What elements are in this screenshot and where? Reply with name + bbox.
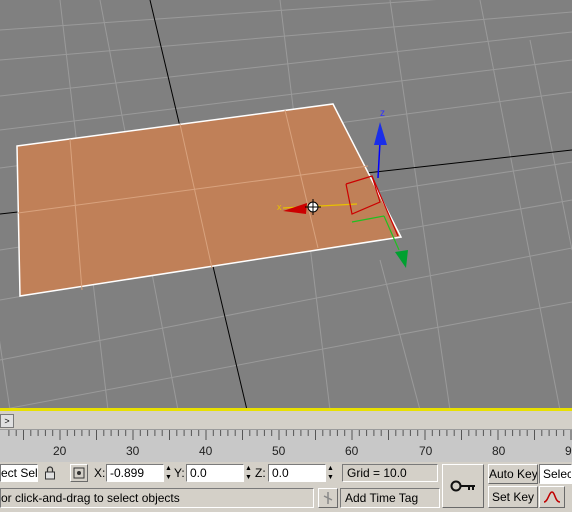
curve-icon (543, 491, 561, 503)
ruler-label: 9 (565, 444, 572, 458)
x-spinner[interactable]: ▲ ▼ (164, 464, 173, 482)
viewport-scene: z x (0, 0, 572, 410)
lock-icon (45, 466, 55, 480)
transform-mode-icon (73, 467, 85, 479)
absolute-mode-toggle[interactable] (70, 464, 88, 482)
key-icon (450, 480, 475, 492)
y-coord-field[interactable]: 0.0 (186, 464, 244, 482)
time-tag-icon-button[interactable] (318, 488, 338, 508)
x-coord-label: X: (94, 466, 106, 480)
auto-key-button[interactable]: Auto Key (488, 464, 538, 484)
ruler-label: 60 (345, 444, 359, 458)
x-coord-field[interactable]: -0.899 (106, 464, 164, 482)
prompt-line: or click-and-drag to select objects (0, 488, 314, 508)
ruler-label: 20 (53, 444, 67, 458)
status-bar: ect Sele X: -0.899 ▲▼ Y: 0.0 ▲▼ Z: 0.0 ▲… (0, 462, 572, 512)
y-coord-label: Y: (174, 466, 185, 480)
add-time-tag-field[interactable]: Add Time Tag (340, 488, 440, 508)
z-coord-field[interactable]: 0.0 (268, 464, 326, 482)
z-spinner[interactable]: ▲ ▼ (326, 464, 335, 482)
perspective-viewport[interactable]: z x (0, 0, 572, 410)
ruler-label: 80 (492, 444, 506, 458)
lock-selection-icon[interactable] (44, 464, 58, 486)
grid-readout: Grid = 10.0 (342, 464, 438, 482)
selection-mode-field[interactable]: ect Sele (0, 464, 38, 482)
time-tag-icon (323, 492, 333, 504)
ruler-label: 30 (126, 444, 140, 458)
x-axis-label: x (277, 202, 282, 212)
z-axis-label: z (380, 108, 385, 119)
time-slider-next-button[interactable]: > (0, 414, 14, 428)
ruler-label: 50 (272, 444, 286, 458)
track-bar-ruler[interactable]: 20 30 40 50 60 70 80 9 (0, 430, 572, 461)
selected-dropdown[interactable]: Selec (539, 464, 572, 484)
ruler-label: 70 (419, 444, 433, 458)
time-slider[interactable]: > (0, 411, 572, 430)
set-key-button[interactable]: Set Key (488, 486, 538, 508)
key-mode-button[interactable] (442, 464, 484, 508)
key-filters-button[interactable] (539, 486, 565, 508)
timeline[interactable]: > 20 30 40 50 60 70 80 9 (0, 411, 572, 463)
z-coord-label: Z: (255, 466, 266, 480)
y-spinner[interactable]: ▲ ▼ (244, 464, 253, 482)
ruler-label: 40 (199, 444, 213, 458)
